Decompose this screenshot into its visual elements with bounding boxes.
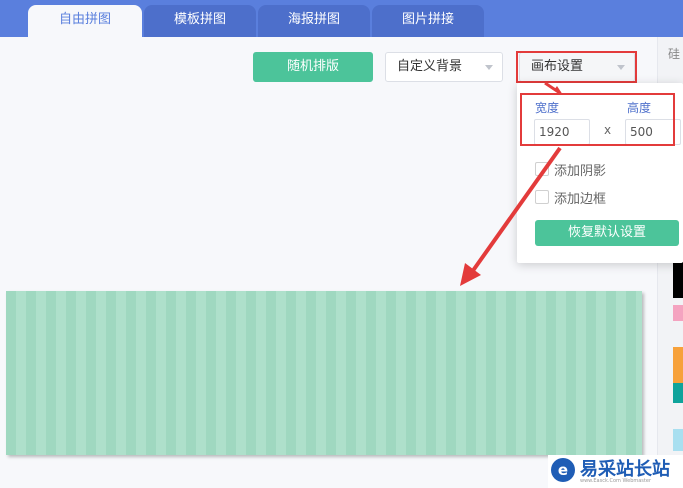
add-shadow-checkbox[interactable]: [535, 162, 549, 176]
collage-canvas[interactable]: [6, 291, 642, 455]
annotation-highlight-size-inputs: [520, 93, 675, 146]
random-layout-button[interactable]: 随机排版: [253, 52, 373, 82]
add-border-label: 添加边框: [554, 192, 607, 207]
add-border-checkbox[interactable]: [535, 190, 549, 204]
watermark-subtext: www.Easck.Com Webmaster: [580, 478, 652, 484]
tab-poster-collage[interactable]: 海报拼图: [258, 5, 370, 37]
color-swatch-pink[interactable]: [673, 305, 683, 321]
custom-background-select[interactable]: 自定义背景: [385, 52, 503, 82]
color-swatch-teal[interactable]: [673, 383, 683, 403]
annotation-arrowhead-long: [460, 263, 481, 286]
color-swatch-black[interactable]: [673, 262, 683, 298]
right-panel-header: 硅: [668, 47, 681, 61]
add-shadow-label: 添加阴影: [554, 164, 607, 179]
tab-image-stitch[interactable]: 图片拼接: [372, 5, 484, 37]
custom-background-label: 自定义背景: [397, 59, 463, 74]
reset-defaults-button[interactable]: 恢复默认设置: [535, 220, 679, 246]
watermark: e 易采站长站 www.Easck.Com Webmaster: [548, 455, 683, 488]
chevron-down-icon: [485, 65, 493, 70]
annotation-highlight-canvas-settings: [516, 51, 637, 83]
tab-template-collage[interactable]: 模板拼图: [144, 5, 256, 37]
color-swatch-orange[interactable]: [673, 347, 683, 383]
color-swatch-lightblue[interactable]: [673, 429, 683, 451]
tab-bar: 自由拼图 模板拼图 海报拼图 图片拼接: [0, 0, 683, 37]
watermark-logo: e: [551, 458, 575, 482]
tab-free-collage[interactable]: 自由拼图: [28, 5, 142, 37]
